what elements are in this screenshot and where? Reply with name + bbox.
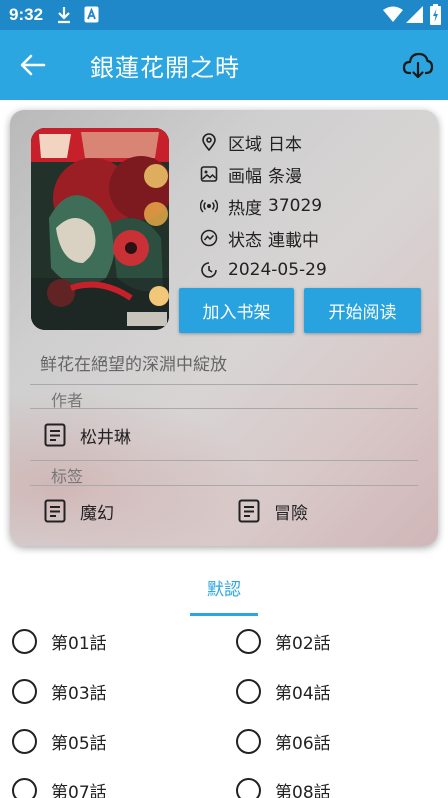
signal-icon xyxy=(406,6,423,23)
chapter-title: 第05話 xyxy=(51,733,107,754)
radio-circle-icon[interactable] xyxy=(12,728,37,754)
info-row-format: 画幅 条漫 xyxy=(200,162,302,187)
chapter-title: 第01話 xyxy=(51,633,107,654)
format-value: 条漫 xyxy=(268,166,302,187)
info-row-date: 2024-05-29 xyxy=(200,258,327,282)
chapter-title: 第04話 xyxy=(275,683,331,704)
tag-label: 魔幻 xyxy=(80,503,114,524)
document-icon xyxy=(44,423,66,447)
status-bar: 9:32 xyxy=(0,0,448,30)
wifi-icon xyxy=(383,6,403,22)
chapter-title: 第03話 xyxy=(51,683,107,704)
tag-label: 冒險 xyxy=(274,503,308,524)
radio-circle-icon[interactable] xyxy=(236,628,261,654)
chapter-item[interactable]: 第02話 xyxy=(236,626,331,656)
chapter-item[interactable]: 第05話 xyxy=(12,726,107,756)
divider xyxy=(30,485,418,486)
page-title: 銀蓮花開之時 xyxy=(90,54,240,82)
tag-item[interactable]: 魔幻 xyxy=(44,497,114,525)
chapter-item[interactable]: 第03話 xyxy=(12,676,107,706)
divider xyxy=(30,384,418,385)
status-value: 連載中 xyxy=(268,230,319,251)
chapter-title: 第07話 xyxy=(51,782,107,798)
update-date: 2024-05-29 xyxy=(228,260,327,280)
info-row-region: 区域 日本 xyxy=(200,130,302,155)
popularity-value: 37029 xyxy=(268,196,323,216)
radio-circle-icon[interactable] xyxy=(236,777,261,798)
radio-circle-icon[interactable] xyxy=(236,678,261,704)
radio-circle-icon[interactable] xyxy=(236,728,261,754)
comic-detail-card: 区域 日本 画幅 条漫 热度 37029 状态 連載中 2024-05-29 加… xyxy=(10,110,438,546)
author-item[interactable]: 松井琳 xyxy=(44,421,131,449)
format-label: 画幅 xyxy=(228,166,262,187)
author-name: 松井琳 xyxy=(80,427,131,448)
tab-indicator xyxy=(190,613,258,616)
chapter-item[interactable]: 第04話 xyxy=(236,676,331,706)
info-row-popularity: 热度 37029 xyxy=(200,194,323,219)
document-icon xyxy=(44,499,66,523)
add-to-shelf-button[interactable]: 加入书架 xyxy=(179,288,294,333)
image-icon xyxy=(200,166,218,182)
chapter-item[interactable]: 第01話 xyxy=(12,626,107,656)
cloud-download-icon[interactable] xyxy=(402,50,434,80)
status-label: 状态 xyxy=(228,230,262,251)
radio-circle-icon[interactable] xyxy=(12,678,37,704)
broadcast-icon xyxy=(200,199,218,213)
start-reading-button[interactable]: 开始阅读 xyxy=(304,288,421,333)
app-bar: 銀蓮花開之時 xyxy=(0,30,448,100)
chapter-item[interactable]: 第07話 xyxy=(12,775,107,798)
clock-icon xyxy=(201,262,217,278)
document-icon xyxy=(238,499,260,523)
popularity-label: 热度 xyxy=(228,198,262,219)
tab-label: 默認 xyxy=(207,580,241,600)
divider xyxy=(30,408,418,409)
cover-artwork xyxy=(31,128,169,330)
chapter-title: 第02話 xyxy=(275,633,331,654)
status-time: 9:32 xyxy=(9,5,44,24)
region-value: 日本 xyxy=(268,134,302,155)
comic-description: 鲜花在絕望的深淵中綻放 xyxy=(40,355,227,375)
chapter-item[interactable]: 第08話 xyxy=(236,775,331,798)
tab-default[interactable]: 默認 xyxy=(190,560,258,616)
tag-item[interactable]: 冒險 xyxy=(238,497,308,525)
radio-circle-icon[interactable] xyxy=(12,777,37,798)
download-icon xyxy=(58,7,70,24)
chapter-title: 第06話 xyxy=(275,733,331,754)
chapter-title: 第08話 xyxy=(275,782,331,798)
chapter-item[interactable]: 第06話 xyxy=(236,726,331,756)
divider xyxy=(30,460,418,461)
trending-icon xyxy=(200,229,218,247)
radio-circle-icon[interactable] xyxy=(12,628,37,654)
region-label: 区域 xyxy=(228,134,262,155)
info-row-status: 状态 連載中 xyxy=(200,226,319,251)
tags-section-label: 标签 xyxy=(51,467,84,486)
location-pin-icon xyxy=(202,133,216,151)
cover-image[interactable] xyxy=(31,128,169,330)
arrow-left-icon[interactable] xyxy=(18,51,48,79)
battery-charging-icon xyxy=(430,4,441,25)
a-badge-icon xyxy=(84,6,99,23)
